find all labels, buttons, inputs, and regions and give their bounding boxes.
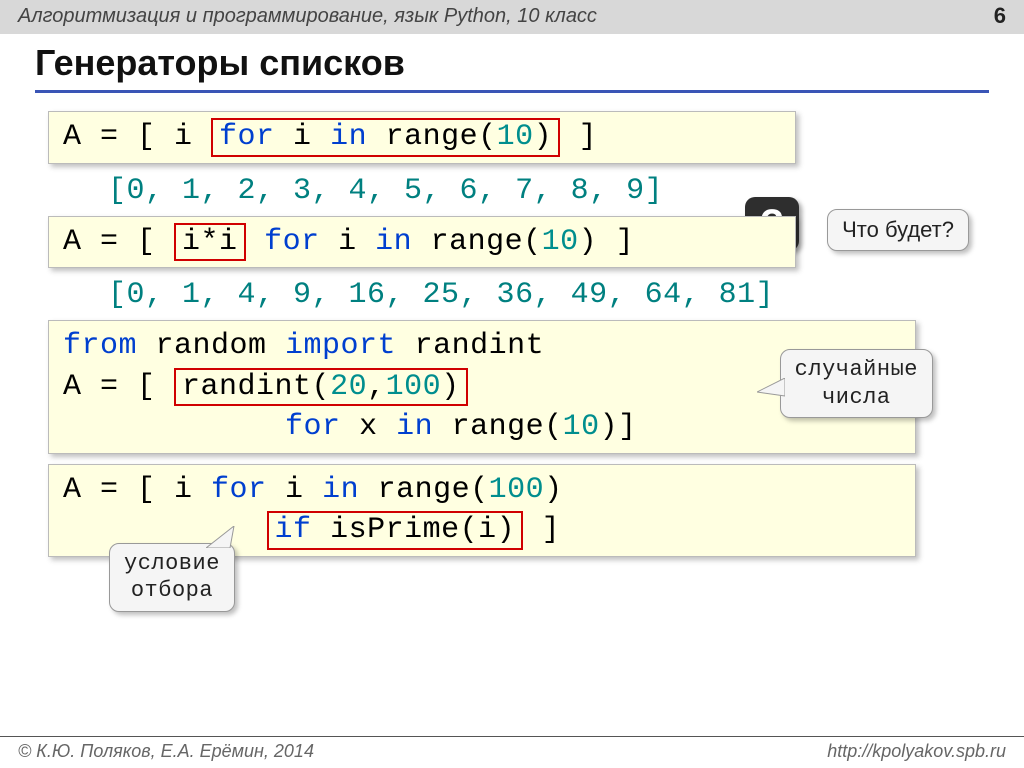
callout-random: случайные числа xyxy=(780,349,933,418)
result-1: [0, 1, 2, 3, 4, 5, 6, 7, 8, 9] xyxy=(108,174,976,208)
code-box-2: A = [ i*i for i in range(10) ] xyxy=(48,216,796,269)
result-2: [0, 1, 4, 9, 16, 25, 36, 49, 64, 81] xyxy=(108,278,976,312)
page-number: 6 xyxy=(994,3,1006,29)
callout-filter: условие отбора xyxy=(109,543,235,612)
copyright: © К.Ю. Поляков, Е.А. Ерёмин, 2014 xyxy=(18,741,314,762)
code-box-3: from random import randint A = [ randint… xyxy=(48,320,916,454)
course-label: Алгоритмизация и программирование, язык … xyxy=(18,5,597,28)
code-box-4: A = [ i for i in range(100) if isPrime(i… xyxy=(48,464,916,557)
slide-footer: © К.Ю. Поляков, Е.А. Ерёмин, 2014 http:/… xyxy=(0,736,1024,768)
highlight-for-loop: for i in range(10) xyxy=(211,118,560,157)
highlight-condition: if isPrime(i) xyxy=(267,511,524,550)
source-url: http://kpolyakov.spb.ru xyxy=(827,741,1006,762)
slide-title: Генераторы списков xyxy=(35,42,989,93)
slide-content: A = [ i for i in range(10) ] [0, 1, 2, 3… xyxy=(0,97,1024,557)
highlight-randint: randint(20,100) xyxy=(174,368,468,407)
callout-question: Что будет? xyxy=(827,209,969,251)
slide-header: Алгоритмизация и программирование, язык … xyxy=(0,0,1024,34)
code-box-1: A = [ i for i in range(10) ] xyxy=(48,111,796,164)
highlight-expression: i*i xyxy=(174,223,246,262)
